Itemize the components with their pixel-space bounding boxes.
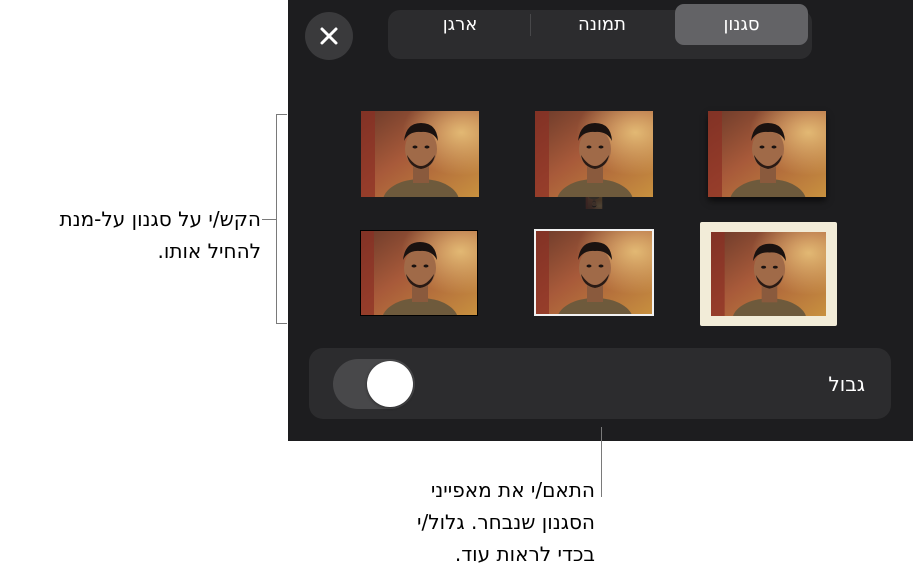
- style-option-2[interactable]: [535, 111, 653, 209]
- close-icon: [320, 27, 338, 45]
- styles-callout: הקש/י על סגנון על-מנת להחיל אותו.: [59, 203, 261, 267]
- bottom-callout-leader: [601, 427, 602, 497]
- border-toggle-knob[interactable]: [367, 361, 413, 407]
- style-option-1[interactable]: [361, 111, 479, 197]
- close-button[interactable]: [305, 12, 353, 60]
- styles-callout-line2: להחיל אותו.: [157, 239, 261, 263]
- border-callout-line3: בכדי לראות עוד.: [454, 542, 595, 566]
- style-option-6-selected[interactable]: [700, 222, 837, 326]
- border-label: גבול: [828, 372, 865, 396]
- border-callout-line1: התאם/י את מאפייני: [430, 478, 595, 502]
- bracket-bottom: [276, 323, 287, 324]
- bracket-top: [276, 114, 287, 115]
- tab-style[interactable]: סגנון: [675, 4, 808, 45]
- border-callout: התאם/י את מאפייני הסגנון שנבחר. גלול/י ב…: [417, 474, 595, 570]
- style-option-4[interactable]: [360, 230, 478, 316]
- border-callout-line2: הסגנון שנבחר. גלול/י: [417, 510, 595, 534]
- tab-arrange[interactable]: ארגן: [392, 4, 528, 45]
- style-option-3[interactable]: [708, 111, 826, 197]
- tab-image[interactable]: תמונה: [533, 4, 671, 45]
- bracket-vertical: [276, 114, 277, 324]
- styles-callout-line1: הקש/י על סגנון על-מנת: [59, 207, 261, 231]
- tab-divider: [530, 14, 531, 36]
- callout-leader: [262, 219, 276, 220]
- style-option-5[interactable]: [534, 229, 654, 316]
